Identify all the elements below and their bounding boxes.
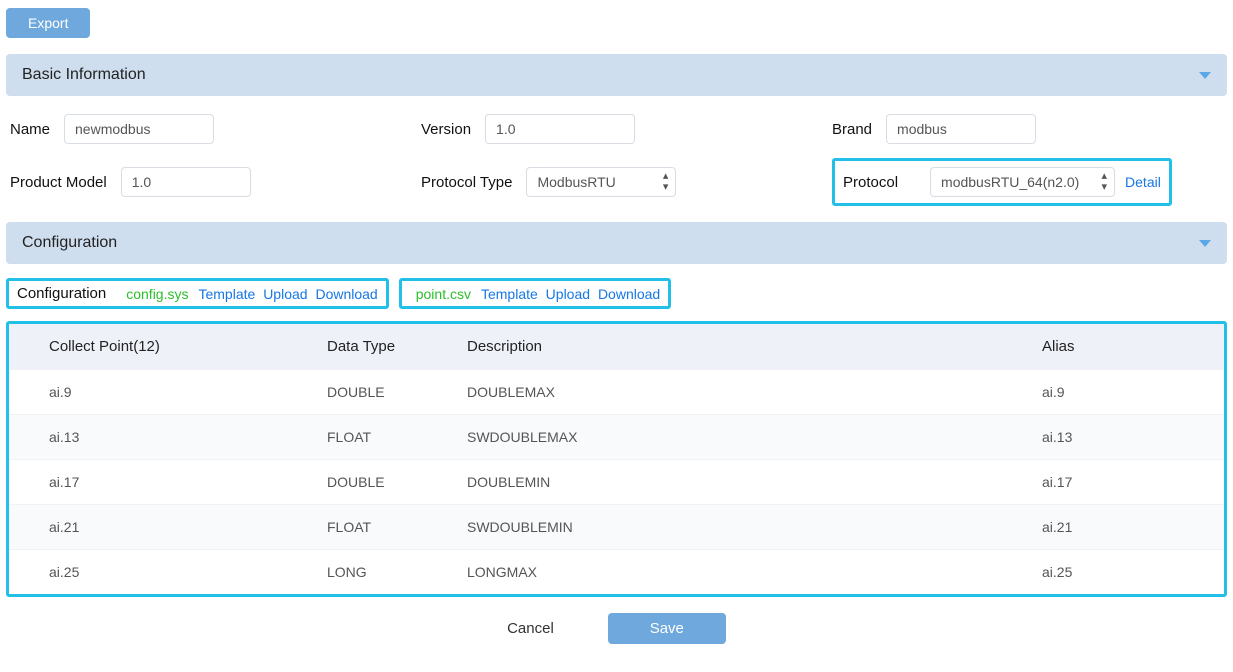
protocol-label: Protocol: [843, 174, 898, 191]
protocol-select[interactable]: [930, 167, 1115, 197]
table-cell: ai.21: [1024, 505, 1224, 550]
table-cell: ai.17: [9, 460, 309, 505]
table-cell: FLOAT: [309, 505, 449, 550]
collapse-icon: [1199, 72, 1211, 79]
configsys-filename: config.sys: [126, 286, 188, 302]
name-field[interactable]: [64, 114, 214, 144]
configsys-template-link[interactable]: Template: [198, 286, 255, 302]
col-description: Description: [449, 324, 1024, 370]
pointcsv-download-link[interactable]: Download: [598, 286, 660, 302]
footer-actions: Cancel Save: [6, 613, 1227, 644]
table-row[interactable]: ai.13FLOATSWDOUBLEMAXai.13: [9, 415, 1224, 460]
table-cell: DOUBLE: [309, 460, 449, 505]
pointcsv-filename: point.csv: [416, 286, 471, 302]
pointcsv-template-link[interactable]: Template: [481, 286, 538, 302]
table-cell: ai.25: [9, 550, 309, 595]
configsys-upload-link[interactable]: Upload: [263, 286, 307, 302]
table-cell: SWDOUBLEMIN: [449, 505, 1024, 550]
table-cell: DOUBLE: [309, 370, 449, 415]
basic-info-header[interactable]: Basic Information: [6, 54, 1227, 96]
basic-info-form: Name Version Brand Product Model Protoco…: [6, 114, 1227, 206]
table-row[interactable]: ai.25LONGLONGMAXai.25: [9, 550, 1224, 595]
collect-point-table: Collect Point(12) Data Type Description …: [9, 324, 1224, 594]
product-model-label: Product Model: [10, 174, 107, 191]
col-collect-point: Collect Point(12): [9, 324, 309, 370]
basic-info-title: Basic Information: [22, 66, 146, 84]
table-cell: DOUBLEMIN: [449, 460, 1024, 505]
protocol-type-label: Protocol Type: [421, 174, 512, 191]
table-cell: ai.13: [1024, 415, 1224, 460]
pointcsv-upload-link[interactable]: Upload: [546, 286, 590, 302]
col-data-type: Data Type: [309, 324, 449, 370]
collapse-icon: [1199, 240, 1211, 247]
table-cell: SWDOUBLEMAX: [449, 415, 1024, 460]
brand-field[interactable]: [886, 114, 1036, 144]
table-cell: DOUBLEMAX: [449, 370, 1024, 415]
configuration-label: Configuration: [17, 285, 106, 302]
table-cell: FLOAT: [309, 415, 449, 460]
table-cell: ai.21: [9, 505, 309, 550]
table-row[interactable]: ai.17DOUBLEDOUBLEMINai.17: [9, 460, 1224, 505]
name-label: Name: [10, 121, 50, 138]
product-model-field[interactable]: [121, 167, 251, 197]
table-cell: ai.9: [9, 370, 309, 415]
configuration-title: Configuration: [22, 234, 117, 252]
export-button[interactable]: Export: [6, 8, 90, 38]
col-alias: Alias: [1024, 324, 1224, 370]
protocol-highlight-box: Protocol ▴▾ Detail: [832, 158, 1172, 206]
table-row[interactable]: ai.9DOUBLEDOUBLEMAXai.9: [9, 370, 1224, 415]
table-cell: ai.13: [9, 415, 309, 460]
protocol-type-select[interactable]: [526, 167, 676, 197]
version-field[interactable]: [485, 114, 635, 144]
table-cell: ai.25: [1024, 550, 1224, 595]
table-cell: LONG: [309, 550, 449, 595]
brand-label: Brand: [832, 121, 872, 138]
table-cell: ai.17: [1024, 460, 1224, 505]
cancel-button[interactable]: Cancel: [507, 620, 554, 637]
pointcsv-group: point.csv Template Upload Download: [399, 278, 671, 309]
collect-point-table-box: Collect Point(12) Data Type Description …: [6, 321, 1227, 597]
save-button[interactable]: Save: [608, 613, 726, 644]
table-cell: ai.9: [1024, 370, 1224, 415]
configsys-group: Configuration config.sys Template Upload…: [6, 278, 389, 309]
table-cell: LONGMAX: [449, 550, 1024, 595]
configuration-file-row: Configuration config.sys Template Upload…: [6, 278, 1227, 309]
version-label: Version: [421, 121, 471, 138]
detail-link[interactable]: Detail: [1125, 174, 1161, 190]
configuration-header[interactable]: Configuration: [6, 222, 1227, 264]
table-row[interactable]: ai.21FLOATSWDOUBLEMINai.21: [9, 505, 1224, 550]
configsys-download-link[interactable]: Download: [315, 286, 377, 302]
